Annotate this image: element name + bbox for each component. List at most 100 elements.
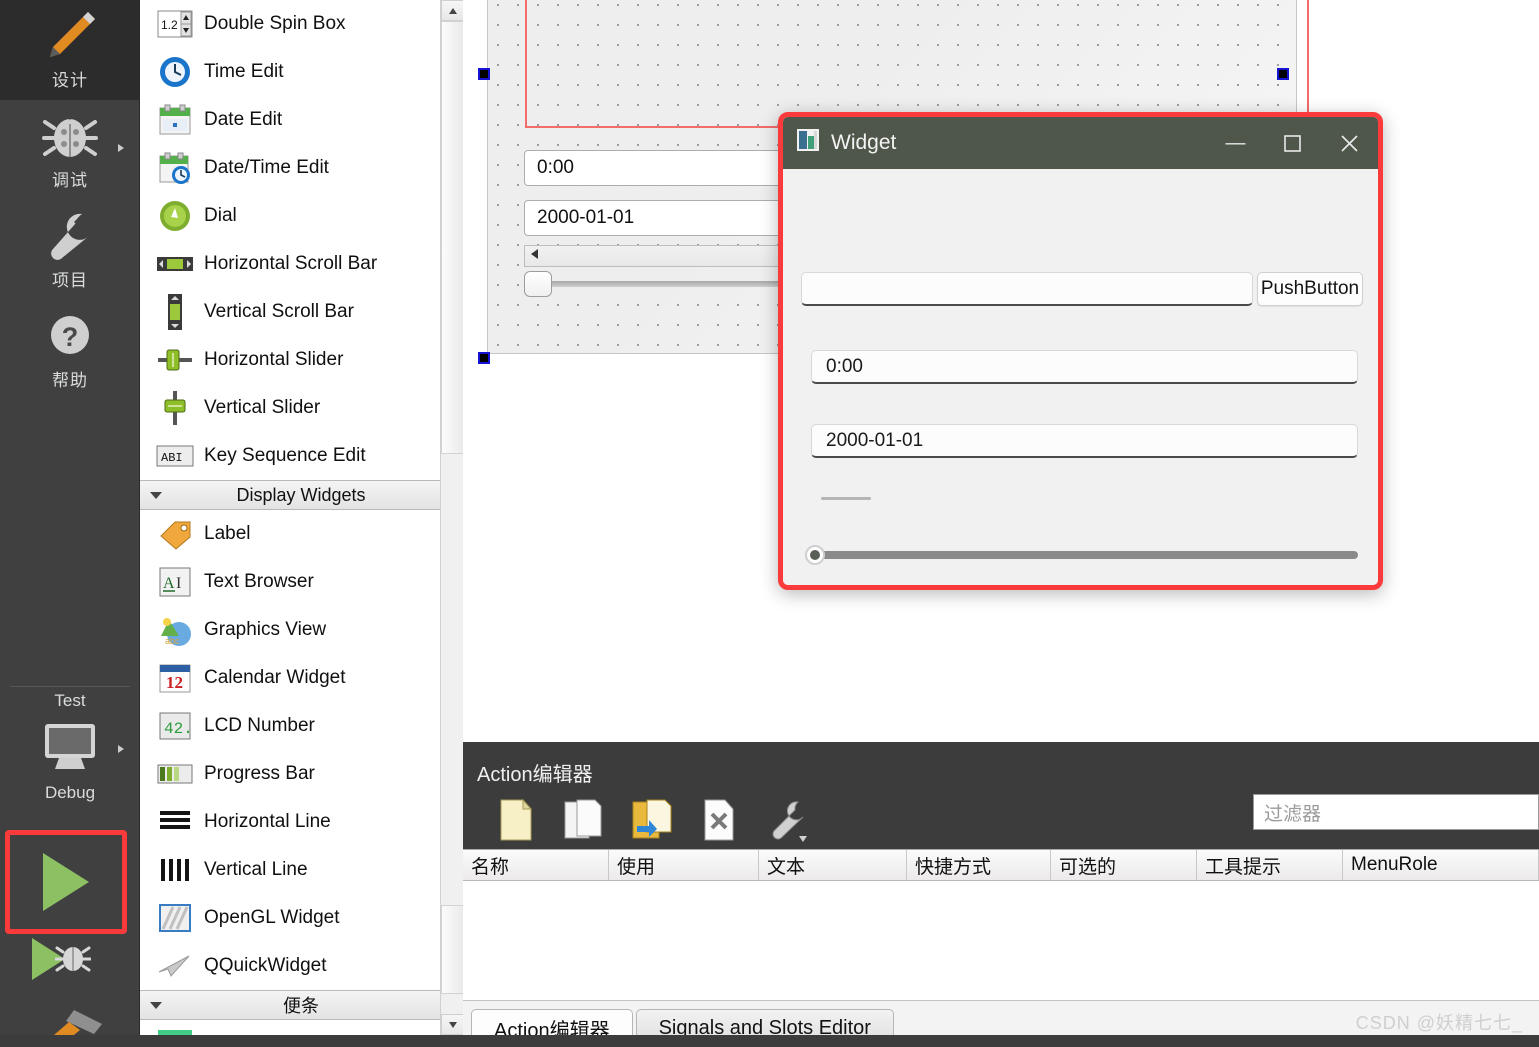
widget-item-horizontal-scroll-bar[interactable]: Horizontal Scroll Bar [140,240,462,288]
text-browser-icon: A I [152,566,198,598]
column-header-used[interactable]: 使用 [609,850,759,880]
minimize-button[interactable]: — [1207,117,1264,169]
resize-handle-left[interactable] [478,68,490,80]
dialog-date-edit[interactable]: 2000-01-01 [811,424,1358,458]
widget-group-label: Display Widgets [236,484,366,505]
h-scrollbar-icon [152,254,198,274]
resize-handle-bottom-left[interactable] [478,352,490,364]
widget-item-date-edit[interactable]: Date Edit [140,96,462,144]
status-bar-strip [0,1035,1539,1047]
svg-text:1.2: 1.2 [161,18,178,32]
kit-selector[interactable] [0,719,140,779]
widget-item-label: Progress Bar [204,763,315,784]
scrollbar-thumb[interactable] [441,21,464,454]
maximize-button[interactable] [1264,117,1321,169]
widget-group-scratchpad[interactable]: 便条 [140,990,462,1020]
bug-icon [54,941,92,980]
dialog-scrollbar[interactable] [821,497,871,500]
column-header-menurole[interactable]: MenuRole [1343,850,1539,880]
column-header-shortcut[interactable]: 快捷方式 [907,850,1051,880]
label-tag-icon [152,518,198,550]
qquickwidget-icon [152,952,198,980]
widget-item-vertical-line[interactable]: Vertical Line [140,846,462,894]
delete-icon[interactable] [685,798,753,842]
widget-item-label: Vertical Line [204,859,308,880]
dialog-push-button[interactable]: PushButton [1257,272,1363,306]
column-header-checkable[interactable]: 可选的 [1051,850,1197,880]
calendar-widget-icon: 12 [152,662,198,694]
widget-item-date-time-edit[interactable]: Date/Time Edit [140,144,462,192]
widget-item-graphics-view[interactable]: abc Graphics View [140,606,462,654]
svg-text:ABI: ABI [161,451,183,465]
sidebar-item-design[interactable]: 设计 [0,0,140,100]
widget-item-vertical-slider[interactable]: Vertical Slider [140,384,462,432]
widget-item-double-spin-box[interactable]: 1.2 Double Spin Box [140,0,462,48]
widget-box-scrollbar[interactable] [440,0,464,1035]
bug-icon [42,110,98,160]
resize-handle-right[interactable] [1277,68,1289,80]
running-widget-window[interactable]: Widget — PushButton 0:00 2000-01-01 [778,112,1383,590]
widget-item-label: OpenGL Widget [204,907,340,928]
mode-selector-sidebar: 设计 调试 项目 ? 帮助 Test Debug [0,0,140,1047]
widget-item-label[interactable]: Label [140,510,462,558]
key-sequence-icon: ABI [152,444,198,468]
widget-group-label: 便条 [283,996,319,1016]
column-header-name[interactable]: 名称 [463,850,609,880]
widget-item-time-edit[interactable]: Time Edit [140,48,462,96]
column-header-text[interactable]: 文本 [759,850,907,880]
run-button[interactable] [5,830,127,934]
widget-item-label: Vertical Scroll Bar [204,301,354,322]
svg-text:A: A [163,575,175,592]
dialog-slider-track[interactable] [811,551,1358,559]
dialog-line-edit[interactable] [801,272,1253,306]
dialog-title-bar[interactable]: Widget — [783,117,1378,169]
v-line-icon [152,856,198,884]
scroll-down-button[interactable] [441,1014,464,1035]
column-header-tooltip[interactable]: 工具提示 [1197,850,1343,880]
scrollbar-thumb-lower[interactable] [441,905,464,994]
widget-item-text-browser[interactable]: A I Text Browser [140,558,462,606]
chevron-down-icon [150,1002,162,1009]
v-scrollbar-icon [152,293,198,331]
paste-icon[interactable] [617,798,685,842]
widget-item-opengl-widget[interactable]: OpenGL Widget [140,894,462,942]
filter-input[interactable]: 过滤器 [1253,794,1539,830]
widget-item-calendar-widget[interactable]: 12 Calendar Widget [140,654,462,702]
action-editor-title: Action编辑器 [477,764,593,786]
widget-item-label: Time Edit [204,61,284,82]
scroll-left-arrow-icon [525,247,540,265]
widget-item-label: Horizontal Slider [204,349,344,370]
kit-label: Test [54,691,86,710]
widget-box-panel[interactable]: 1.2 Double Spin Box Time Edit Date Edit … [140,0,463,1035]
dialog-time-edit[interactable]: 0:00 [811,350,1358,384]
svg-text:I: I [176,575,181,592]
v-slider-icon [152,389,198,427]
monitor-icon [39,721,101,778]
widget-item-lcd-number[interactable]: 42. LCD Number [140,702,462,750]
widget-item-label: Horizontal Line [204,811,331,832]
build-config-label: Debug [44,783,96,802]
new-action-icon[interactable] [481,798,549,842]
widget-item-horizontal-slider[interactable]: Horizontal Slider [140,336,462,384]
sidebar-item-debug[interactable]: 调试 [0,100,140,200]
sidebar-item-projects[interactable]: 项目 [0,200,140,300]
configure-icon[interactable] [753,798,821,842]
widget-item-combobox[interactable]: Qt comboBox [140,1020,462,1035]
lcd-number-icon: 42. [152,710,198,742]
action-editor-dock: Action编辑器 过滤器 名称 使用 文本 快捷方式 可选的 工具提示 Men… [463,742,1539,1047]
copy-icon[interactable] [549,798,617,842]
action-table-header: 名称 使用 文本 快捷方式 可选的 工具提示 MenuRole [463,849,1539,881]
widget-item-key-sequence-edit[interactable]: ABI Key Sequence Edit [140,432,462,480]
dialog-slider-handle[interactable] [805,545,825,565]
scroll-up-button[interactable] [441,0,464,21]
widget-item-qquickwidget[interactable]: QQuickWidget [140,942,462,990]
widget-item-dial[interactable]: Dial [140,192,462,240]
start-debugging-button[interactable] [32,938,92,980]
widget-group-display-widgets[interactable]: Display Widgets [140,480,462,510]
widget-item-progress-bar[interactable]: Progress Bar [140,750,462,798]
canvas-slider-handle[interactable] [524,271,552,297]
sidebar-item-help[interactable]: ? 帮助 [0,300,140,400]
close-button[interactable] [1321,117,1378,169]
widget-item-horizontal-line[interactable]: Horizontal Line [140,798,462,846]
widget-item-vertical-scroll-bar[interactable]: Vertical Scroll Bar [140,288,462,336]
